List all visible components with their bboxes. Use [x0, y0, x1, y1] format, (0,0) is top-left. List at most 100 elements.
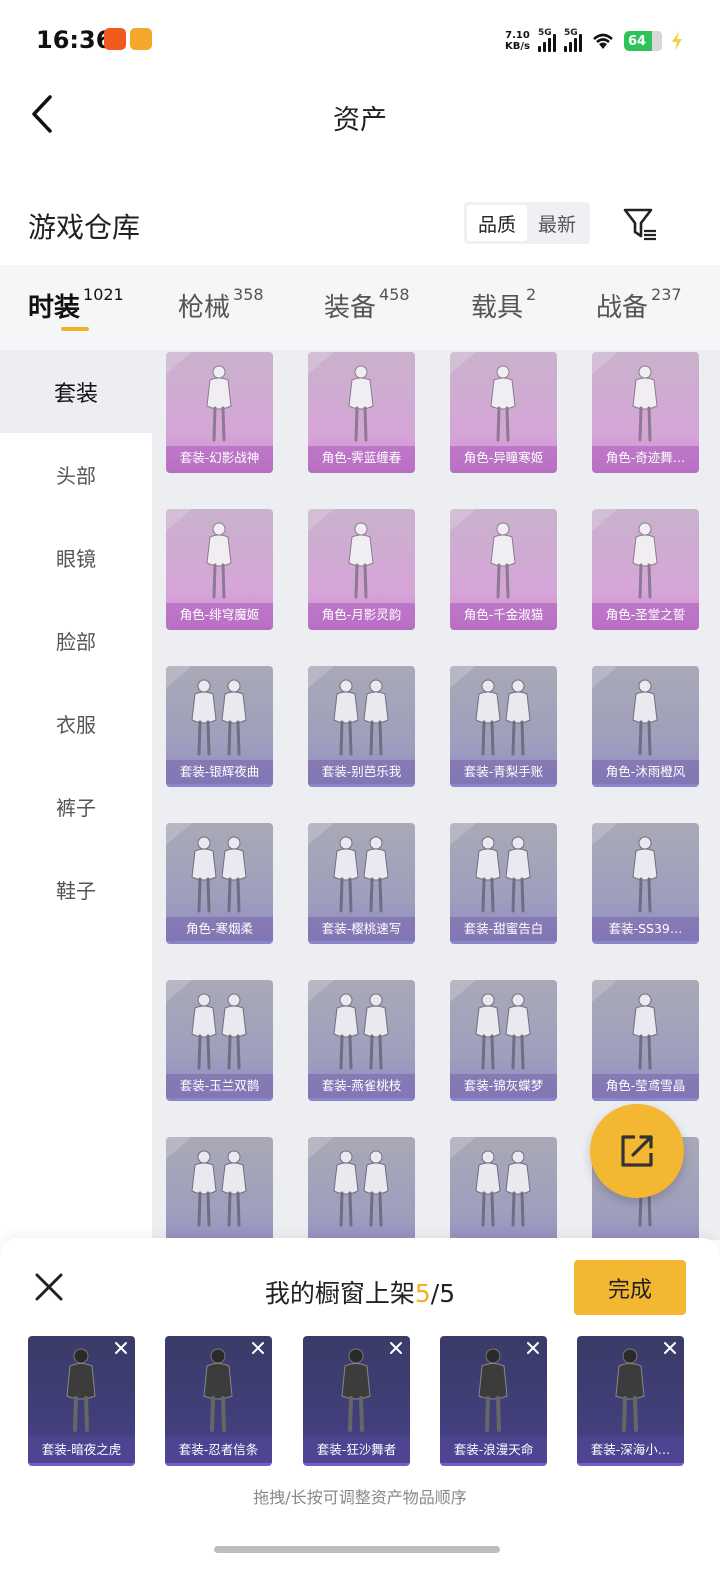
outfit-thumbnail-icon	[632, 522, 658, 599]
active-tab-indicator	[61, 327, 89, 331]
item-card-label: 角色-千金淑猫	[450, 603, 557, 627]
item-card[interactable]: 套装-银辉夜曲	[166, 666, 273, 787]
sidebar-item-clothes[interactable]: 衣服	[0, 682, 152, 765]
home-indicator[interactable]	[214, 1546, 500, 1553]
item-card-label: 套装-幻影战神	[166, 446, 273, 470]
signal-1-label: 5G	[538, 28, 552, 38]
sidebar-item-shoes[interactable]: 鞋子	[0, 848, 152, 931]
showcase-item[interactable]: 套装-深海小…	[577, 1336, 684, 1466]
item-card-label: 角色-绯穹魔姬	[166, 603, 273, 627]
item-card-label: 套装-玉兰双鹊	[166, 1074, 273, 1098]
sheet-title-text: 我的橱窗上架	[264, 1279, 415, 1308]
item-card-label: 套装-青梨手账	[450, 760, 557, 784]
item-card[interactable]: 角色-圣堂之誓	[592, 509, 699, 630]
showcase-item[interactable]: 套装-浪漫天命	[440, 1336, 547, 1466]
tab-count: 458	[379, 285, 410, 304]
sidebar-item-pants[interactable]: 裤子	[0, 765, 152, 848]
outfit-thumbnail-icon	[191, 679, 247, 756]
outfit-thumbnail-icon	[615, 1348, 645, 1432]
sort-quality-button[interactable]: 品质	[467, 205, 527, 241]
share-icon	[621, 1135, 653, 1167]
item-card-label: 套装-樱桃速写	[308, 917, 415, 941]
outfit-thumbnail-icon	[66, 1348, 96, 1432]
item-card[interactable]: 角色-霁蓝缠春	[308, 352, 415, 473]
outfit-thumbnail-icon	[475, 993, 531, 1070]
tab-equipment[interactable]: 装备 458	[324, 285, 410, 324]
remove-icon[interactable]	[250, 1340, 266, 1356]
outfit-thumbnail-icon	[191, 836, 247, 913]
item-card[interactable]: 角色-异瞳寒姬	[450, 352, 557, 473]
sort-latest-button[interactable]: 最新	[527, 205, 587, 241]
status-time: 16:36	[36, 26, 113, 54]
sidebar-item-face[interactable]: 脸部	[0, 599, 152, 682]
item-card[interactable]	[450, 1137, 557, 1240]
battery-icon: 64	[624, 31, 662, 51]
item-card-label: 套装-锦灰蝶梦	[450, 1074, 557, 1098]
item-card[interactable]: 套装-甜蜜告白	[450, 823, 557, 944]
item-card[interactable]: 角色-奇迹舞…	[592, 352, 699, 473]
charging-icon	[672, 31, 682, 51]
remove-icon[interactable]	[113, 1340, 129, 1356]
remove-icon[interactable]	[662, 1340, 678, 1356]
showcase-item[interactable]: 套装-忍者信条	[165, 1336, 272, 1466]
outfit-thumbnail-icon	[191, 1150, 247, 1227]
item-card[interactable]: 套装-樱桃速写	[308, 823, 415, 944]
showcase-item[interactable]: 套装-狂沙舞者	[303, 1336, 410, 1466]
item-card-label: 角色-月影灵韵	[308, 603, 415, 627]
wifi-icon	[593, 33, 613, 49]
outfit-thumbnail-icon	[475, 679, 531, 756]
showcase-item-label: 套装-忍者信条	[165, 1437, 272, 1463]
outfit-thumbnail-icon	[632, 993, 658, 1070]
signal-2-label: 5G	[564, 28, 578, 38]
item-card[interactable]	[308, 1137, 415, 1240]
filter-button[interactable]	[620, 204, 660, 244]
remove-icon[interactable]	[388, 1340, 404, 1356]
item-card[interactable]: 角色-千金淑猫	[450, 509, 557, 630]
tab-count: 2	[526, 285, 537, 304]
item-card[interactable]: 套装-SS39…	[592, 823, 699, 944]
item-card-label: 套装-银辉夜曲	[166, 760, 273, 784]
tab-vehicles[interactable]: 载具 2	[471, 285, 537, 324]
item-card[interactable]: 套装-燕雀桃枝	[308, 980, 415, 1101]
remove-icon[interactable]	[525, 1340, 541, 1356]
category-tabs: 时装 1021 枪械 358 装备 458 载具 2 战备 237	[0, 265, 720, 350]
item-card-label: 角色-莹鸢雪晶	[592, 1074, 699, 1098]
page-title: 资产	[333, 105, 387, 136]
item-card[interactable]: 套装-玉兰双鹊	[166, 980, 273, 1101]
outfit-thumbnail-icon	[348, 522, 374, 599]
item-card[interactable]: 套装-锦灰蝶梦	[450, 980, 557, 1101]
showcase-item[interactable]: 套装-暗夜之虎	[28, 1336, 135, 1466]
tab-weapons[interactable]: 枪械 358	[178, 285, 264, 324]
outfit-thumbnail-icon	[333, 679, 389, 756]
outfit-thumbnail-icon	[490, 365, 516, 442]
signal-icon-2: 5G	[564, 28, 582, 52]
item-card-label: 套装-燕雀桃枝	[308, 1074, 415, 1098]
outfit-thumbnail-icon	[490, 522, 516, 599]
item-card[interactable]: 套装-别芭乐我	[308, 666, 415, 787]
item-card[interactable]: 套装-幻影战神	[166, 352, 273, 473]
item-card[interactable]: 角色-绯穹魔姬	[166, 509, 273, 630]
item-card[interactable]: 角色-沐雨橙风	[592, 666, 699, 787]
done-button[interactable]: 完成	[574, 1260, 686, 1315]
item-card-label: 角色-霁蓝缠春	[308, 446, 415, 470]
item-card-label: 套装-SS39…	[592, 917, 699, 941]
item-card[interactable]: 角色-月影灵韵	[308, 509, 415, 630]
net-speed-unit: KB/s	[505, 41, 530, 52]
outfit-thumbnail-icon	[333, 993, 389, 1070]
item-card-label: 角色-奇迹舞…	[592, 446, 699, 470]
tab-supplies[interactable]: 战备 237	[596, 285, 682, 324]
item-card[interactable]: 角色-寒烟柔	[166, 823, 273, 944]
outfit-thumbnail-icon	[341, 1348, 371, 1432]
outfit-thumbnail-icon	[632, 679, 658, 756]
item-card[interactable]: 角色-莹鸢雪晶	[592, 980, 699, 1101]
tab-fashion[interactable]: 时装 1021	[28, 285, 124, 324]
item-card[interactable]	[166, 1137, 273, 1240]
showcase-item-label: 套装-深海小…	[577, 1437, 684, 1463]
sort-toggle: 品质 最新	[464, 202, 590, 244]
share-button[interactable]	[590, 1104, 684, 1198]
item-card[interactable]: 套装-青梨手账	[450, 666, 557, 787]
showcase-sheet: 我的橱窗上架5/5 完成 套装-暗夜之虎 套装-忍者信条 套装-狂沙舞者 套装-…	[0, 1238, 720, 1584]
sidebar-item-glasses[interactable]: 眼镜	[0, 516, 152, 599]
sidebar-item-sets[interactable]: 套装	[0, 350, 152, 433]
sidebar-item-head[interactable]: 头部	[0, 433, 152, 516]
